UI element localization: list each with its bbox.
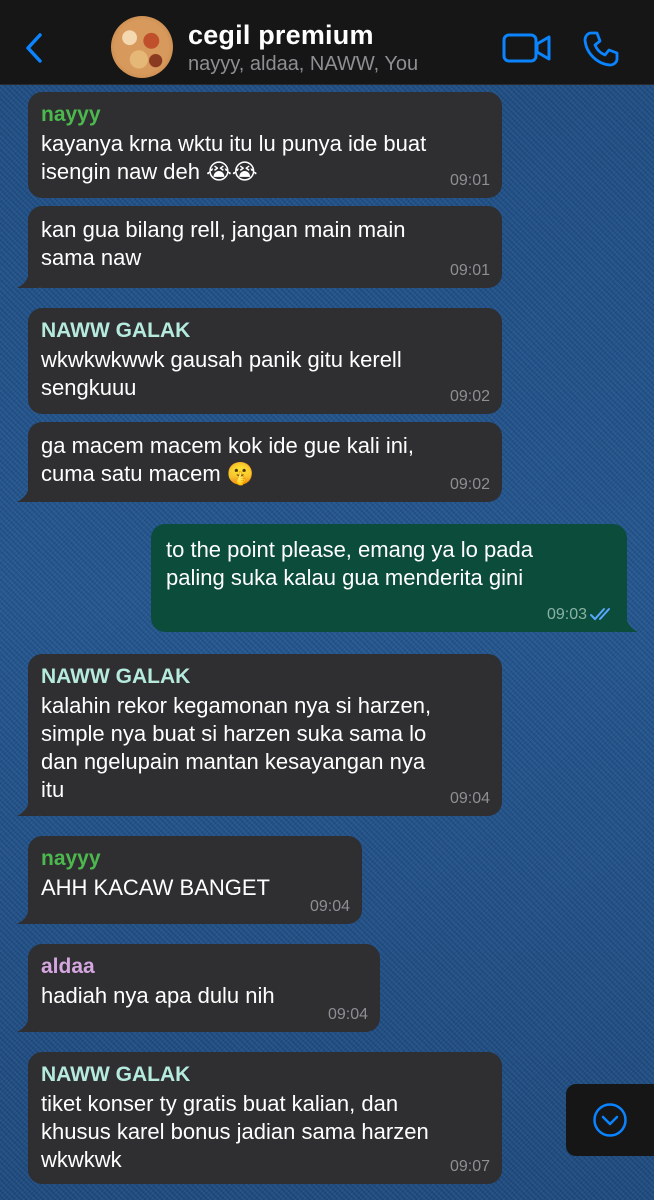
message-text: khusus karel bonus jadian sama harzen [41,1119,429,1144]
sender-name: nayyy [41,103,101,126]
group-title[interactable]: cegil premium [188,20,374,51]
sender-name: NAWW GALAK [41,1063,191,1086]
bubble-tail [17,906,39,924]
phone-icon[interactable] [582,30,620,68]
chevron-down-circle-icon [593,1103,627,1137]
message-text: wkwkwkwwk gausah panik gitu kerell [41,347,402,372]
message-time: 09:01 [449,262,490,279]
message-text: cuma satu macem 🤫 [41,461,255,486]
message-bubble[interactable]: nayyy AHH KACAW BANGET 09:04 [17,836,362,924]
message-time: 09:07 [449,1158,490,1175]
sender-name: NAWW GALAK [41,665,191,688]
message-text: paling suka kalau gua menderita gini [166,565,524,590]
group-avatar[interactable] [111,16,173,78]
message-bubble[interactable]: NAWW GALAK wkwkwkwwk gausah panik gitu k… [28,308,502,414]
read-receipt-icon [590,608,610,621]
bubble-tail [17,1014,39,1032]
bubble-tail [17,798,39,816]
bubble-tail [17,484,39,502]
back-chevron-icon[interactable] [20,30,50,66]
message-bubble[interactable]: ga macem macem kok ide gue kali ini, cum… [17,422,502,502]
message-text: dan ngelupain mantan kesayangan nya [41,749,426,774]
message-text: sengkuuu [41,375,137,400]
message-bubble[interactable]: NAWW GALAK kalahin rekor kegamonan nya s… [17,654,502,816]
message-text: tiket konser ty gratis buat kalian, dan [41,1091,399,1116]
message-text: kan gua bilang rell, jangan main main [41,217,406,242]
message-text: kayanya krna wktu itu lu punya ide buat [41,131,427,156]
video-camera-icon[interactable] [502,32,552,64]
message-time: 09:02 [449,476,490,493]
scroll-to-bottom-button[interactable] [566,1084,654,1156]
bubble-tail [616,614,638,632]
message-text: itu [41,777,65,802]
message-bubble[interactable]: kan gua bilang rell, jangan main main sa… [17,206,502,288]
sender-name: aldaa [41,955,95,978]
message-time: 09:04 [327,1006,368,1023]
message-time: 09:04 [309,898,350,915]
message-text: simple nya buat si harzen suka sama lo [41,721,427,746]
message-time: 09:03 [546,606,587,623]
message-time: 09:02 [449,388,490,405]
message-bubble[interactable]: nayyy kayanya krna wktu itu lu punya ide… [28,92,502,198]
sender-name: nayyy [41,847,101,870]
message-text: kalahin rekor kegamonan nya si harzen, [41,693,432,718]
message-text: AHH KACAW BANGET [41,875,270,900]
sender-name: NAWW GALAK [41,319,191,342]
message-text: sama naw [41,245,142,270]
message-text: isengin naw deh 😭😭 [41,159,258,184]
message-text: wkwkwk [41,1147,122,1172]
message-bubble[interactable]: aldaa hadiah nya apa dulu nih 09:04 [17,944,380,1032]
bubble-tail [17,270,39,288]
outgoing-message-bubble[interactable]: to the point please, emang ya lo pada pa… [151,524,638,632]
group-members[interactable]: nayyy, aldaa, NAWW, You [188,53,418,76]
chat-header: cegil premium nayyy, aldaa, NAWW, You [0,0,654,85]
message-text: hadiah nya apa dulu nih [41,983,275,1008]
message-text: to the point please, emang ya lo pada [166,537,533,562]
message-time: 09:01 [449,172,490,189]
message-text: ga macem macem kok ide gue kali ini, [41,433,414,458]
message-time: 09:04 [449,790,490,807]
message-bubble[interactable]: NAWW GALAK tiket konser ty gratis buat k… [28,1052,502,1184]
